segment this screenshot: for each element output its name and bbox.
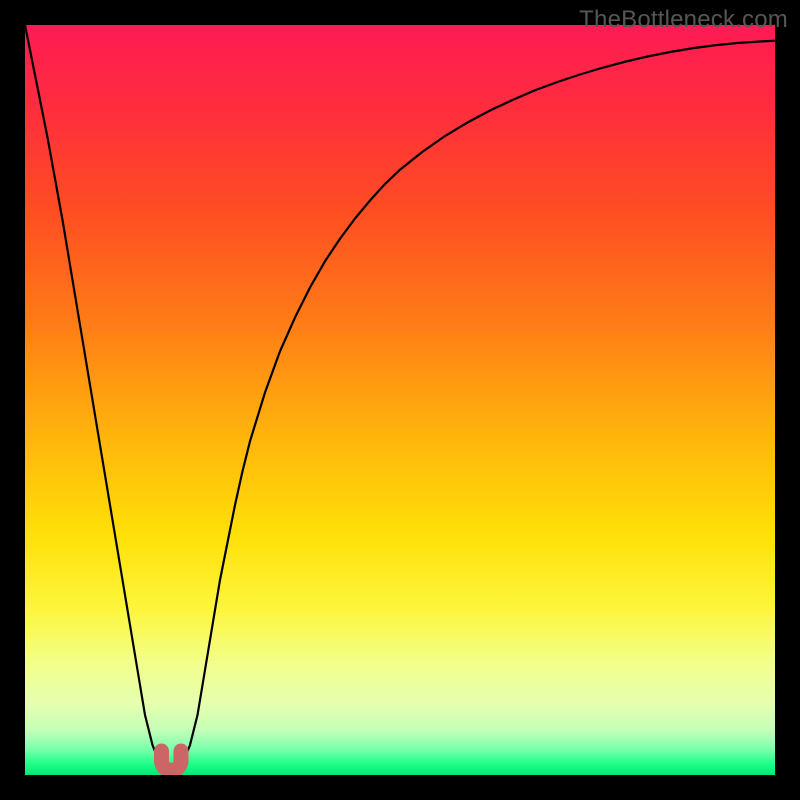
chart-svg (25, 25, 775, 775)
plot-area (25, 25, 775, 775)
outer-frame: TheBottleneck.com (0, 0, 800, 800)
gradient-background (25, 25, 775, 775)
watermark-text: TheBottleneck.com (579, 6, 788, 34)
